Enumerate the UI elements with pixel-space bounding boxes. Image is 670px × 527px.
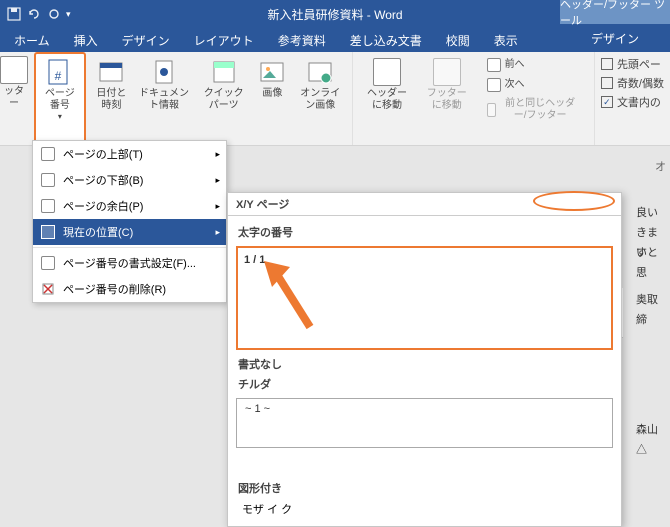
tab-insert[interactable]: 挿入 xyxy=(62,28,110,52)
tab-mailings[interactable]: 差し込み文書 xyxy=(338,28,434,52)
odd-even-checkbox[interactable]: 奇数/偶数 xyxy=(601,75,664,91)
bold-number-label: 太字の番号 xyxy=(234,222,615,242)
image-icon xyxy=(258,58,286,86)
svg-text:#: # xyxy=(55,69,62,83)
tool-tab-label: ヘッダー/フッター ツール xyxy=(560,0,670,24)
docinfo-button[interactable]: ドキュメント情報 xyxy=(133,54,195,116)
menu-page-margins[interactable]: ページの余白(P)▸ xyxy=(33,193,226,219)
link-previous-button[interactable]: 前と同じヘッダー/フッター xyxy=(483,96,584,124)
prev-icon xyxy=(487,58,501,72)
page-top-icon xyxy=(41,147,55,161)
doc-text-3: いと思 xyxy=(636,244,666,284)
image-button[interactable]: 画像 xyxy=(252,54,292,116)
save-icon[interactable] xyxy=(6,6,22,22)
doc-text-5: 森山△ xyxy=(636,421,666,461)
gallery-item-tilde[interactable]: ~ 1 ~ xyxy=(236,398,613,448)
tab-references[interactable]: 参考資料 xyxy=(266,28,338,52)
quick-access-toolbar: ▾ xyxy=(0,6,77,22)
goto-footer-icon xyxy=(433,58,461,86)
doc-title: 新入社員研修資料 - Word xyxy=(267,6,402,23)
highlight-oval xyxy=(533,191,615,211)
prev-button[interactable]: 前へ xyxy=(483,56,584,74)
datetime-button[interactable]: 日付と時刻 xyxy=(90,54,133,116)
remove-icon xyxy=(41,282,55,296)
annotation-arrow-icon xyxy=(262,259,322,334)
page-number-icon: # xyxy=(46,58,74,86)
quickparts-button[interactable]: クイック パーツ xyxy=(195,54,252,116)
quickparts-icon xyxy=(210,58,238,86)
page-bottom-icon xyxy=(41,173,55,187)
redo-icon[interactable] xyxy=(46,6,62,22)
tab-hf-design[interactable]: デザイン xyxy=(560,24,670,52)
tilde-label: チルダ xyxy=(234,374,615,394)
menu-top-of-page[interactable]: ページの上部(T)▸ xyxy=(33,141,226,167)
chevron-right-icon: ▸ xyxy=(215,149,220,160)
goto-header-button[interactable]: ヘッダーに移動 xyxy=(357,54,417,126)
noformat-label: 書式なし xyxy=(234,354,615,374)
tab-review[interactable]: 校閲 xyxy=(434,28,482,52)
chevron-right-icon: ▸ xyxy=(215,201,220,212)
tab-layout[interactable]: レイアウト xyxy=(182,28,266,52)
header-icon xyxy=(0,56,28,84)
header-button[interactable]: ッター xyxy=(0,52,34,145)
next-icon xyxy=(487,78,501,92)
online-image-button[interactable]: オンライン画像 xyxy=(292,54,348,116)
page-number-button[interactable]: # ページ番号 ▾ xyxy=(34,52,86,145)
first-page-checkbox[interactable]: 先頭ペー xyxy=(601,56,664,72)
format-icon xyxy=(41,256,55,270)
docinfo-icon xyxy=(150,58,178,86)
tab-design[interactable]: デザイン xyxy=(110,28,182,52)
ribbon: ッター # ページ番号 ▾ 日付と時刻 ドキュメント情報 クイック パーツ 画像 xyxy=(0,52,670,146)
page-margin-icon xyxy=(41,199,55,213)
goto-header-icon xyxy=(373,58,401,86)
gallery-header-xofy: X/Y ページ xyxy=(228,193,621,216)
menu-format-page-numbers[interactable]: ページ番号の書式設定(F)... xyxy=(33,250,226,276)
qat-expand-icon[interactable]: ▾ xyxy=(66,9,71,20)
page-number-label: ページ番号 xyxy=(42,88,78,112)
gallery-item-bold-number[interactable]: 1 / 1 xyxy=(236,246,613,350)
show-doc-checkbox[interactable]: ✓文書内の xyxy=(601,94,664,110)
undo-icon[interactable] xyxy=(26,6,42,22)
menu-current-position[interactable]: 現在の位置(C)▸ xyxy=(33,219,226,245)
page-number-gallery: X/Y ページ 太字の番号 1 / 1 書式なし チルダ ~ 1 ~ 図形付き … xyxy=(227,192,622,527)
chevron-right-icon: ▸ xyxy=(215,175,220,186)
next-button[interactable]: 次へ xyxy=(483,76,584,94)
goto-footer-button[interactable]: フッターに移動 xyxy=(417,54,477,126)
chevron-right-icon: ▸ xyxy=(215,227,220,238)
chevron-down-icon: ▾ xyxy=(58,112,62,122)
mosaic-label: モザ イ ク xyxy=(234,498,615,520)
options-label: オ xyxy=(636,158,666,174)
menu-bottom-of-page[interactable]: ページの下部(B)▸ xyxy=(33,167,226,193)
tab-view[interactable]: 表示 xyxy=(482,28,530,52)
withshape-label: 図形付き xyxy=(234,478,615,498)
contextual-tool-tab: ヘッダー/フッター ツール デザイン xyxy=(560,0,670,52)
link-icon xyxy=(487,103,497,117)
current-position-icon xyxy=(41,225,55,239)
menu-remove-page-numbers[interactable]: ページ番号の削除(R) xyxy=(33,276,226,302)
page-number-menu: ページの上部(T)▸ ページの下部(B)▸ ページの余白(P)▸ 現在の位置(C… xyxy=(32,140,227,303)
online-image-icon xyxy=(306,58,334,86)
tab-home[interactable]: ホーム xyxy=(2,28,62,52)
doc-text-4: 奥取締 xyxy=(636,291,666,331)
datetime-icon xyxy=(97,58,125,86)
options-group: 先頭ペー 奇数/偶数 ✓文書内の xyxy=(595,52,670,145)
doc-text-1: 良い xyxy=(636,204,666,224)
